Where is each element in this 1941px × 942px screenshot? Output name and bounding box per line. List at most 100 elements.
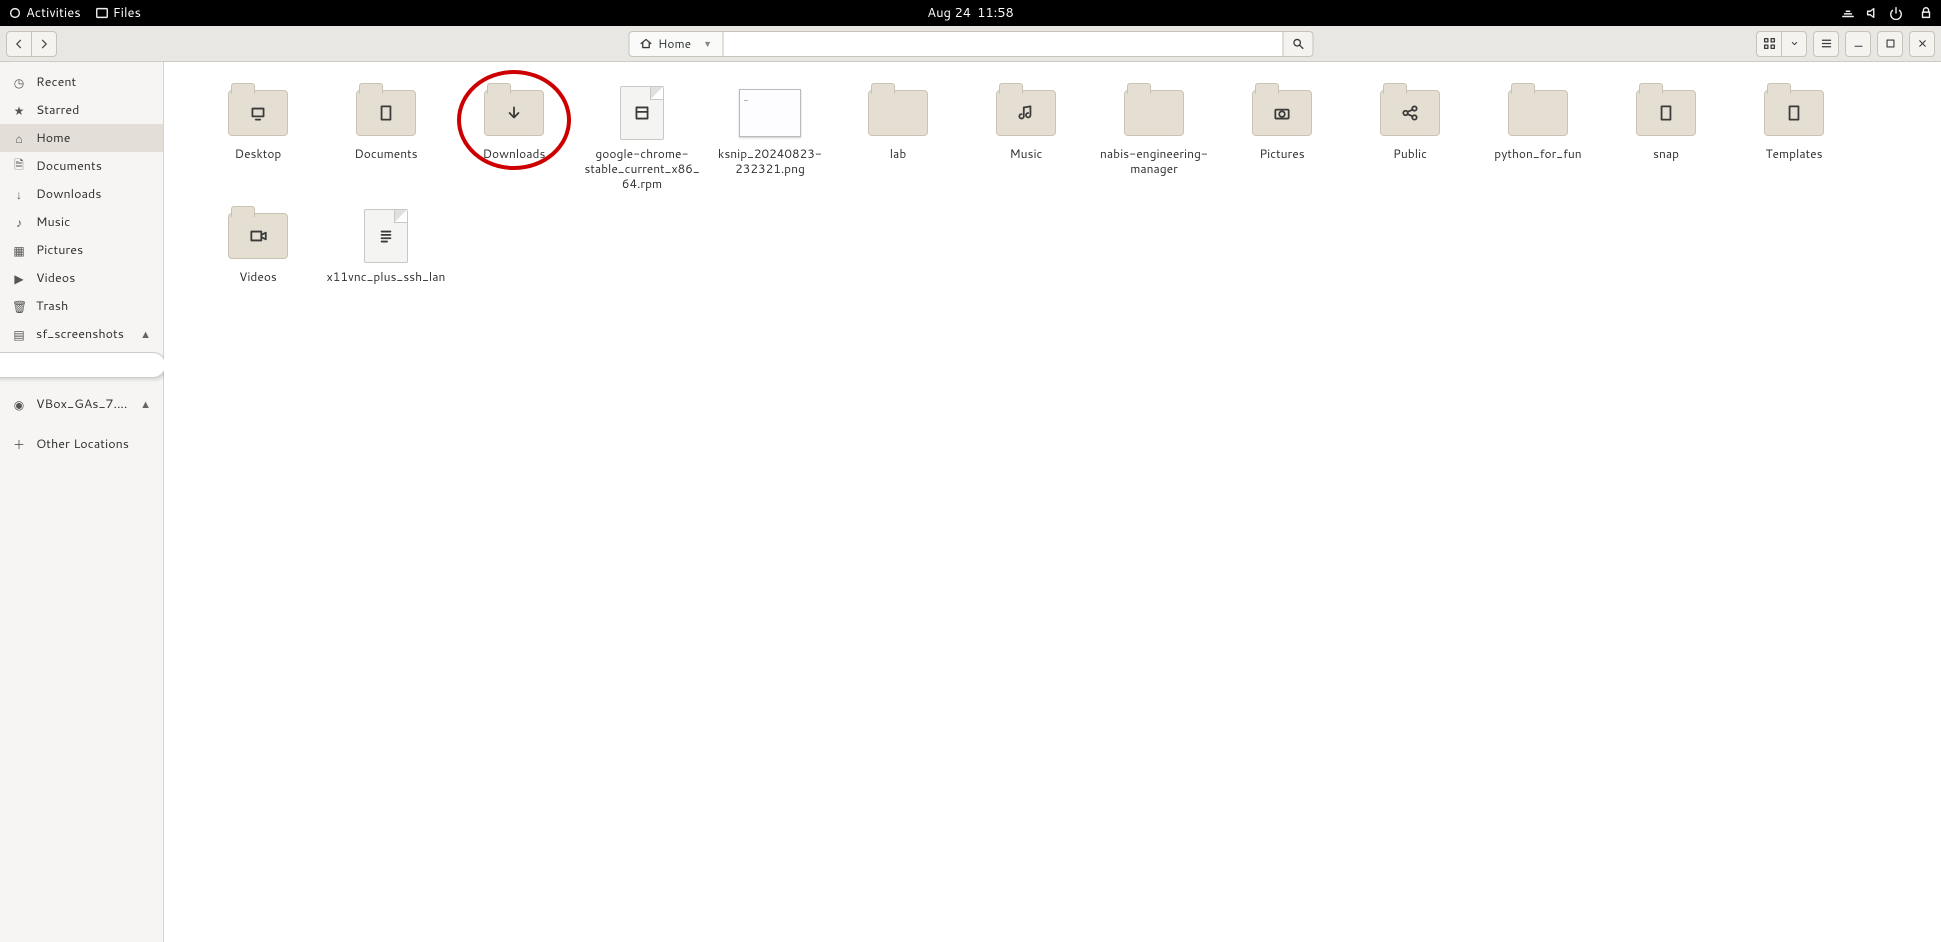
file-item[interactable]: python_for_fun (1474, 82, 1602, 205)
file-item[interactable]: google-chrome-stable_current_x86_64.rpm (578, 82, 706, 205)
lock-icon[interactable] (1919, 6, 1933, 20)
gnome-topbar: Activities Files Aug 24 11:58 (0, 0, 1941, 26)
topbar-clock[interactable]: Aug 24 11:58 (927, 4, 1013, 22)
file-item[interactable]: snap (1602, 82, 1730, 205)
minimize-button[interactable] (1845, 31, 1871, 57)
sidebar-item-sf-screenshots[interactable]: ▤ sf_screenshots ▲ (0, 320, 163, 348)
sidebar-item-documents[interactable]: 🗎Documents (0, 152, 163, 180)
folder-icon (1508, 90, 1568, 136)
file-label: Music (1010, 146, 1043, 161)
search-button[interactable] (1283, 31, 1313, 57)
close-button[interactable] (1909, 31, 1935, 57)
app-name-label: Files (113, 4, 141, 22)
folder-icon (228, 213, 288, 259)
folder-icon (484, 90, 544, 136)
hamburger-menu-button[interactable] (1813, 31, 1839, 57)
folder-icon (1124, 90, 1184, 136)
folder-icon (356, 90, 416, 136)
app-menu[interactable]: Files (95, 4, 141, 22)
downloads-icon: ↓ (12, 186, 26, 203)
chevron-down-icon: ▼ (703, 37, 712, 50)
sidebar-item-label: Pictures (36, 241, 83, 259)
folder-icon (1380, 90, 1440, 136)
sidebar-item-label: Recent (36, 73, 76, 91)
trash-icon: 🗑 (12, 298, 26, 315)
file-label: Templates (1765, 146, 1822, 161)
file-item[interactable]: Downloads (450, 82, 578, 205)
file-label: Public (1393, 146, 1427, 161)
file-item[interactable]: Music (962, 82, 1090, 205)
back-button[interactable] (6, 31, 32, 57)
home-icon: ⌂ (12, 130, 26, 147)
maximize-button[interactable] (1877, 31, 1903, 57)
drive-icon: ▤ (12, 326, 26, 343)
view-options-button[interactable] (1781, 31, 1807, 57)
file-label: google-chrome-stable_current_x86_64.rpm (582, 146, 702, 191)
sidebar-item-label: VBox_GAs_7.... (36, 395, 127, 413)
plus-icon: ＋ (12, 436, 26, 453)
file-label: ksnip_20240823-232321.png (710, 146, 830, 176)
activities-label: Activities (26, 4, 81, 22)
sidebar-item-label: Starred (36, 101, 79, 119)
network-icon[interactable] (1841, 6, 1855, 20)
file-item[interactable]: Desktop (194, 82, 322, 205)
file-item[interactable]: Pictures (1218, 82, 1346, 205)
file-item[interactable]: Videos (194, 205, 322, 298)
file-icon (364, 209, 408, 263)
sidebar-item-other-locations[interactable]: ＋ Other Locations (0, 430, 163, 458)
power-icon[interactable] (1889, 6, 1903, 20)
sidebar-item-home[interactable]: ⌂ Home (0, 124, 163, 152)
folder-icon (1252, 90, 1312, 136)
documents-icon: 🗎 (12, 156, 26, 177)
eject-icon[interactable]: ▲ (140, 396, 151, 412)
toolbar: Home ▼ (0, 26, 1941, 62)
file-item[interactable]: ⎯ ksnip_20240823-232321.png (706, 82, 834, 205)
eject-icon[interactable]: ▲ (140, 326, 151, 342)
folder-icon (996, 90, 1056, 136)
file-label: Videos (239, 269, 277, 284)
videos-icon: ▶ (12, 270, 26, 287)
forward-button[interactable] (31, 31, 57, 57)
file-label: Documents (354, 146, 417, 161)
file-icon (620, 86, 664, 140)
file-item[interactable]: Documents (322, 82, 450, 205)
disc-icon: ◉ (12, 396, 26, 413)
sidebar-item-pictures[interactable]: ▦Pictures (0, 236, 163, 264)
sidebar-item-downloads[interactable]: ↓ Downloads (0, 180, 163, 208)
file-label: nabis-engineering-manager (1094, 146, 1214, 176)
home-icon (639, 37, 652, 50)
file-label: Desktop (235, 146, 282, 161)
location-entry[interactable] (723, 31, 1283, 57)
sidebar-item-starred[interactable]: ★Starred (0, 96, 163, 124)
file-item[interactable]: Templates (1730, 82, 1858, 205)
folder-icon (868, 90, 928, 136)
time-label: 11:58 (977, 4, 1014, 22)
file-label: Pictures (1259, 146, 1304, 161)
sidebar-item-label: Downloads (36, 185, 101, 203)
file-item[interactable]: nabis-engineering-manager (1090, 82, 1218, 205)
image-thumbnail: ⎯ (739, 89, 801, 137)
places-sidebar: ◷ Recent ★Starred ⌂ Home 🗎Documents ↓ Downloads… (0, 62, 164, 942)
file-pane[interactable]: Desktop Documents Downloadsgoogle-chrome-s… (164, 62, 1941, 942)
volume-icon[interactable] (1865, 6, 1879, 20)
file-item[interactable]: lab (834, 82, 962, 205)
folder-icon (228, 90, 288, 136)
sidebar-item-music[interactable]: ♪Music (0, 208, 163, 236)
sidebar-item-vbox-gas[interactable]: ◉ VBox_GAs_7.... ▲ (0, 390, 163, 418)
activities-button[interactable]: Activities (8, 4, 81, 22)
icon-view-button[interactable] (1756, 31, 1782, 57)
file-label: python_for_fun (1494, 146, 1581, 161)
file-label: snap (1653, 146, 1679, 161)
music-icon: ♪ (12, 214, 26, 231)
file-item[interactable]: x11vnc_plus_ssh_lan (322, 205, 450, 298)
recent-icon: ◷ (12, 74, 26, 91)
sidebar-item-label: Other Locations (36, 435, 129, 453)
sidebar-item-label: Home (36, 129, 70, 147)
sidebar-item-videos[interactable]: ▶Videos (0, 264, 163, 292)
sidebar-item-recent[interactable]: ◷ Recent (0, 68, 163, 96)
activities-icon (8, 6, 22, 20)
path-location-label: Home (658, 35, 691, 52)
file-item[interactable]: Public (1346, 82, 1474, 205)
path-bar[interactable]: Home ▼ (628, 31, 723, 57)
sidebar-item-trash[interactable]: 🗑Trash (0, 292, 163, 320)
